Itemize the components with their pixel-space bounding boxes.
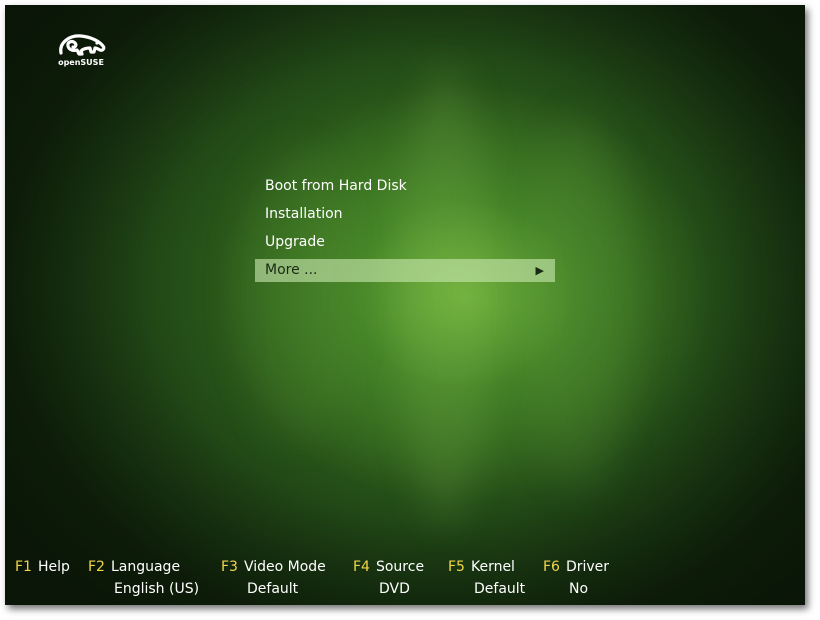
background-streak [400, 65, 490, 525]
fkey-help[interactable]: F1 Help [15, 556, 70, 578]
function-key-bar: F1 Help F2 Language English (US) F3 Video M… [5, 556, 805, 604]
menu-item-installation[interactable]: Installation [255, 203, 555, 226]
background-vignette [5, 5, 805, 605]
logo-text: openSUSE [58, 58, 104, 67]
fkey-label: Help [37, 559, 70, 575]
fkey-label: Kernel [470, 559, 515, 575]
fkey-label: Source [375, 559, 425, 575]
fkey-label: Video Mode [243, 559, 326, 575]
menu-item-label: Boot from Hard Disk [265, 178, 407, 194]
menu-item-boot-from-hard-disk[interactable]: Boot from Hard Disk [255, 175, 555, 198]
fkey-code: F5 [448, 559, 465, 575]
fkey-code: F4 [353, 559, 370, 575]
fkey-value: Default [247, 581, 299, 597]
fkey-value: No [569, 581, 589, 597]
menu-item-label: Upgrade [265, 234, 325, 250]
fkey-code: F1 [15, 559, 32, 575]
menu-item-label: More ... [265, 262, 318, 278]
opensuse-logo: openSUSE [53, 31, 109, 75]
fkey-driver[interactable]: F6 Driver No [543, 556, 609, 600]
fkey-video-mode[interactable]: F3 Video Mode Default [221, 556, 326, 600]
fkey-code: F2 [88, 559, 105, 575]
menu-item-upgrade[interactable]: Upgrade [255, 231, 555, 254]
fkey-value: Default [474, 581, 526, 597]
menu-item-label: Installation [265, 206, 343, 222]
chameleon-icon [59, 34, 106, 56]
background-streak [525, 115, 635, 495]
arrow-right-icon: ▶ [535, 264, 544, 277]
fkey-language[interactable]: F2 Language English (US) [88, 556, 199, 600]
boot-menu: Boot from Hard Disk Installation Upgrade… [255, 175, 555, 287]
fkey-code: F6 [543, 559, 560, 575]
fkey-value: DVD [379, 581, 410, 597]
fkey-label: Language [110, 559, 181, 575]
menu-item-more[interactable]: More ... ▶ [255, 259, 555, 282]
fkey-code: F3 [221, 559, 238, 575]
fkey-label: Driver [565, 559, 610, 575]
fkey-value: English (US) [114, 581, 200, 597]
fkey-source[interactable]: F4 Source DVD [353, 556, 424, 600]
fkey-kernel[interactable]: F5 Kernel Default [448, 556, 525, 600]
boot-screen: openSUSE Boot from Hard Disk Installatio… [5, 5, 805, 605]
